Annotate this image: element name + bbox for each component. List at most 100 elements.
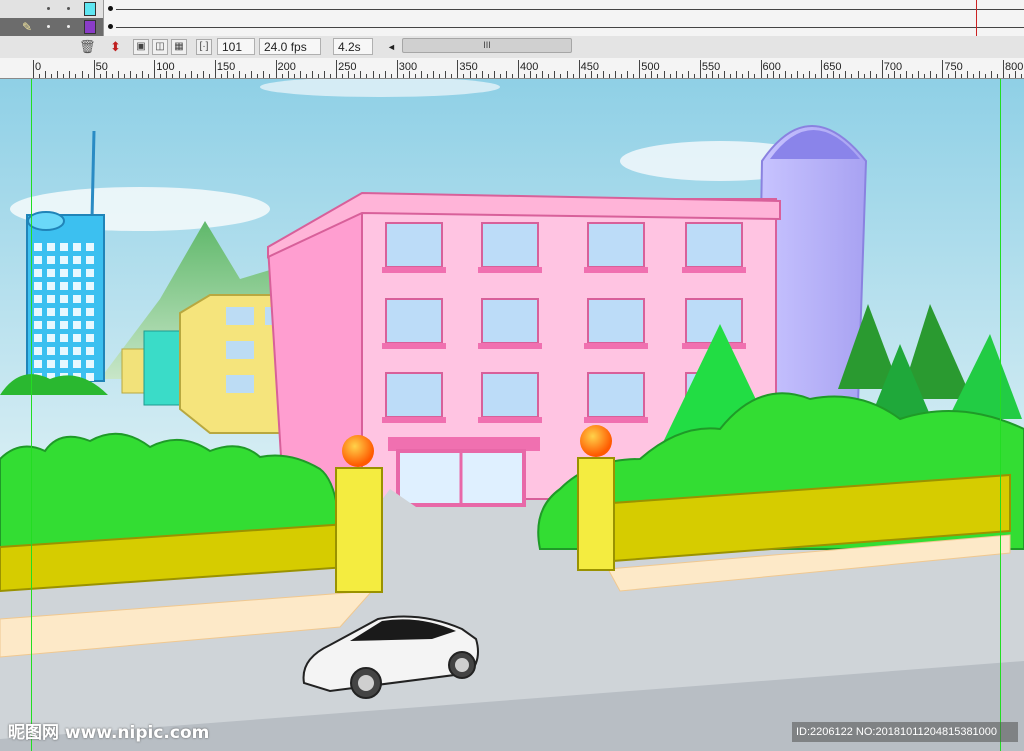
ruler-tick [930, 71, 932, 78]
trash-icon[interactable]: 🗑 [79, 39, 96, 55]
tower-window [73, 308, 81, 316]
layer-frames[interactable] [104, 18, 1024, 37]
ruler-label: 650 [823, 61, 842, 73]
ruler-tick [869, 71, 871, 78]
playhead[interactable] [976, 0, 977, 36]
school-window [385, 372, 443, 418]
ruler-tick [421, 71, 422, 78]
ruler-tick [184, 74, 186, 78]
guide-line[interactable] [1000, 79, 1001, 751]
ruler-tick [669, 74, 671, 78]
ruler-tick [548, 74, 550, 78]
tower-window [73, 243, 81, 251]
ruler-tick [305, 74, 307, 78]
keyframe-icon[interactable] [108, 6, 113, 11]
layer-color-swatch[interactable] [84, 20, 96, 34]
ruler-tick [160, 74, 162, 78]
visibility-dot-icon[interactable] [47, 25, 50, 28]
ruler-label: 700 [883, 61, 903, 73]
tower-window [86, 256, 94, 264]
edit-multiple-frames-icon[interactable]: ▦ [171, 39, 187, 55]
layer-header[interactable]: ✎ [0, 18, 104, 36]
ruler-label: 200 [277, 61, 296, 73]
ruler-tick [851, 74, 853, 78]
ruler-tick [906, 71, 907, 78]
ruler-tick [99, 74, 101, 78]
ruler-label: 400 [520, 61, 539, 73]
ruler-tick [499, 74, 501, 78]
ruler-tick [681, 74, 683, 78]
window-sill [382, 343, 446, 349]
ruler-tick [778, 74, 780, 78]
lock-dot-icon[interactable] [67, 25, 70, 28]
scroll-left-arrow-icon[interactable]: ◄ [387, 39, 396, 55]
lock-dot-icon[interactable] [67, 7, 70, 10]
stage-canvas[interactable] [0, 79, 1024, 751]
ruler-tick [730, 74, 732, 78]
tower-window [60, 334, 68, 342]
ruler-tick [390, 74, 392, 78]
tower-window [34, 308, 42, 316]
window-sill [584, 267, 648, 273]
ruler-tick [899, 74, 901, 78]
tower-window [47, 321, 55, 329]
frame-rate-field[interactable]: 24.0 fps [259, 38, 321, 55]
school-window [481, 372, 539, 418]
ruler-tick [57, 71, 59, 78]
ruler-tick [245, 74, 247, 78]
ruler-tick [493, 71, 495, 78]
ruler-tick [566, 71, 568, 78]
ruler-tick [936, 74, 938, 78]
timeline-layer-row-selected[interactable]: ✎ [0, 18, 1024, 37]
ruler-tick [972, 74, 974, 78]
keyframe-icon[interactable] [108, 24, 113, 29]
tower-window [34, 295, 42, 303]
ruler-tick [136, 74, 138, 78]
guide-line[interactable] [31, 79, 32, 751]
ruler-tick [996, 74, 998, 78]
onion-skin-icon[interactable]: ▣ [133, 39, 149, 55]
window-sill [382, 267, 446, 273]
tower-window [47, 256, 55, 264]
visibility-dot-icon[interactable] [47, 7, 50, 10]
tower-window [34, 282, 42, 290]
ruler-tick [602, 71, 604, 78]
ruler-tick [214, 60, 216, 78]
ruler-tick [481, 71, 483, 78]
layer-frames[interactable] [104, 0, 1024, 19]
current-frame-field[interactable]: 101 [217, 38, 255, 55]
elapsed-time-field[interactable]: 4.2s [333, 38, 373, 55]
ruler-tick [360, 71, 362, 78]
ruler-tick [760, 60, 762, 78]
tower-window [47, 347, 55, 355]
tower-window [86, 269, 94, 277]
modify-markers-icon[interactable]: [·] [196, 39, 212, 55]
school-window [481, 222, 539, 268]
onion-outline-icon[interactable]: ◫ [152, 39, 168, 55]
school-window [587, 372, 645, 418]
horizontal-scrollbar[interactable]: III [402, 38, 572, 53]
ruler-tick [863, 74, 865, 78]
ruler-tick [705, 74, 707, 78]
layer-color-swatch[interactable] [84, 2, 96, 16]
ruler-tick [736, 71, 738, 78]
ruler-tick [384, 71, 386, 78]
window-sill [584, 417, 648, 423]
school-window [481, 298, 539, 344]
window-sill [478, 343, 542, 349]
ruler-tick [918, 71, 920, 78]
ruler-tick [239, 71, 241, 78]
ruler-tick [966, 71, 968, 78]
orange-lamp [580, 425, 612, 457]
center-frame-icon[interactable]: ⬍ [110, 39, 121, 55]
ruler-tick [445, 71, 447, 78]
ruler-label: 300 [398, 61, 418, 73]
ruler-tick [699, 60, 701, 78]
timeline-layer-row[interactable] [0, 0, 1024, 19]
ruler-tick [93, 60, 95, 78]
window-sill [478, 267, 542, 273]
tower-window [86, 347, 94, 355]
ruler-tick [578, 60, 580, 78]
layer-header[interactable] [0, 0, 104, 18]
ruler-tick [596, 74, 598, 78]
